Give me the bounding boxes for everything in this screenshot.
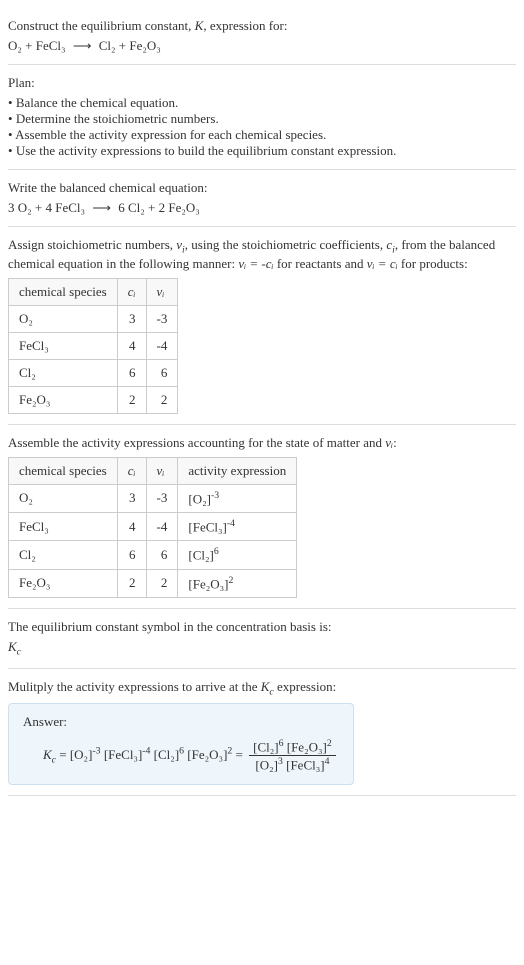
eq-right: 6 Cl₂ + 2 Fe₂O₃ — [118, 200, 200, 215]
stoich-table: chemical species cᵢ νᵢ O₂3-3 FeCl₃4-4 Cl… — [8, 278, 178, 414]
col-species: chemical species — [9, 278, 118, 305]
arrow-icon: ⟶ — [92, 200, 111, 216]
table-row: FeCl₃4-4 — [9, 332, 178, 359]
table-header-row: chemical species cᵢ νᵢ activity expressi… — [9, 457, 297, 484]
symbol-text: The equilibrium constant symbol in the c… — [8, 619, 516, 635]
multiply-text: Mulitply the activity expressions to arr… — [8, 679, 516, 698]
plan-item: Balance the chemical equation. — [8, 95, 516, 111]
answer-section: Mulitply the activity expressions to arr… — [8, 669, 516, 796]
assign-text: Assign stoichiometric numbers, νi, using… — [8, 237, 516, 272]
plan-item: Assemble the activity expression for eac… — [8, 127, 516, 143]
table-row: Fe₂O₃22 — [9, 386, 178, 413]
plan-item: Determine the stoichiometric numbers. — [8, 111, 516, 127]
kc-expression: Kc = [O₂]-3 [FeCl₃]-4 [Cl₂]6 [Fe₂O₃]2 = … — [23, 738, 339, 774]
col-species: chemical species — [9, 457, 118, 484]
col-ci: cᵢ — [117, 278, 146, 305]
balanced-section: Write the balanced chemical equation: 3 … — [8, 170, 516, 227]
eq-right: Cl₂ + Fe₂O₃ — [99, 38, 161, 53]
intro-text: Construct the equilibrium constant, K, e… — [8, 18, 516, 34]
col-activity: activity expression — [178, 457, 297, 484]
answer-box: Answer: Kc = [O₂]-3 [FeCl₃]-4 [Cl₂]6 [Fe… — [8, 703, 354, 785]
intro-line1b: , expression for: — [203, 18, 287, 33]
activity-table: chemical species cᵢ νᵢ activity expressi… — [8, 457, 297, 598]
table-row: FeCl₃4-4[FeCl₃]-4 — [9, 512, 297, 540]
table-row: Fe₂O₃22[Fe₂O₃]2 — [9, 569, 297, 597]
col-vi: νᵢ — [146, 457, 178, 484]
col-vi: νᵢ — [146, 278, 178, 305]
intro-line1: Construct the equilibrium constant, — [8, 18, 195, 33]
balanced-equation: 3 O₂ + 4 FeCl₃ ⟶ 6 Cl₂ + 2 Fe₂O₃ — [8, 200, 516, 216]
balanced-header: Write the balanced chemical equation: — [8, 180, 516, 196]
activity-text: Assemble the activity expressions accoun… — [8, 435, 516, 451]
table-header-row: chemical species cᵢ νᵢ — [9, 278, 178, 305]
plan-list: Balance the chemical equation. Determine… — [8, 95, 516, 159]
plan-section: Plan: Balance the chemical equation. Det… — [8, 65, 516, 170]
table-row: Cl₂66[Cl₂]6 — [9, 541, 297, 569]
plan-header: Plan: — [8, 75, 516, 91]
col-ci: cᵢ — [117, 457, 146, 484]
arrow-icon: ⟶ — [73, 38, 92, 54]
assign-section: Assign stoichiometric numbers, νi, using… — [8, 227, 516, 425]
answer-label: Answer: — [23, 714, 339, 730]
table-row: O₂3-3[O₂]-3 — [9, 484, 297, 512]
eq-left: 3 O₂ + 4 FeCl₃ — [8, 200, 85, 215]
fraction-denominator: [O₂]3 [FeCl₃]4 — [249, 756, 336, 773]
fraction: [Cl₂]6 [Fe₂O₃]2 [O₂]3 [FeCl₃]4 — [249, 738, 336, 774]
kc-symbol: Kc — [8, 639, 516, 658]
table-row: Cl₂66 — [9, 359, 178, 386]
plan-item: Use the activity expressions to build th… — [8, 143, 516, 159]
activity-section: Assemble the activity expressions accoun… — [8, 425, 516, 609]
unbalanced-equation: O₂ + FeCl₃ ⟶ Cl₂ + Fe₂O₃ — [8, 38, 516, 54]
fraction-numerator: [Cl₂]6 [Fe₂O₃]2 — [249, 738, 336, 756]
intro-section: Construct the equilibrium constant, K, e… — [8, 8, 516, 65]
eq-left: O₂ + FeCl₃ — [8, 38, 66, 53]
symbol-section: The equilibrium constant symbol in the c… — [8, 609, 516, 669]
table-row: O₂3-3 — [9, 305, 178, 332]
